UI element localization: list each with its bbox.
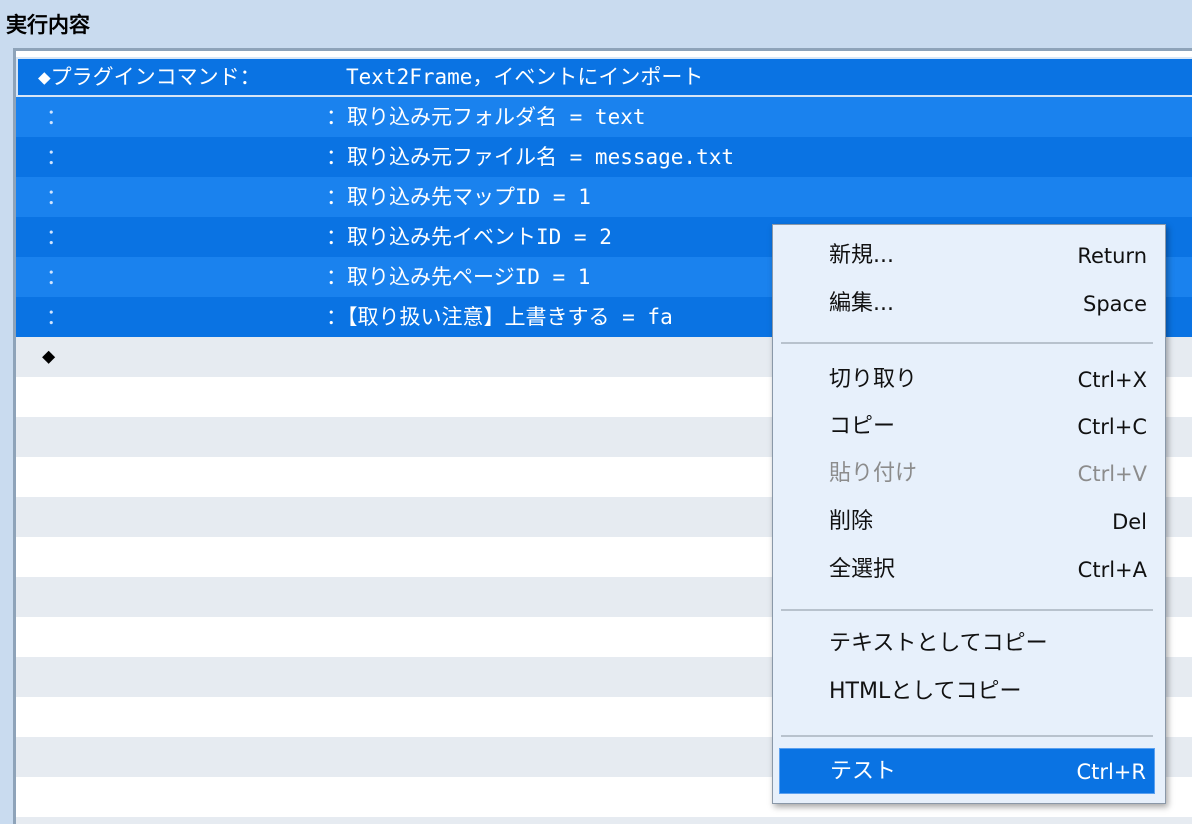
menu-item-shortcut: Del: [1112, 510, 1147, 534]
menu-item-label: 全選択: [829, 557, 896, 582]
menu-item-copy[interactable]: コピー Ctrl+C: [779, 404, 1155, 450]
menu-item-shortcut: Ctrl+R: [1076, 760, 1146, 784]
command-param: ：取り込み元ファイル名 = message.txt: [326, 145, 735, 169]
menu-item-label: コピー: [829, 414, 896, 439]
command-param: ：取り込み先ページID = 1: [326, 265, 591, 289]
command-row[interactable]: ◆プラグインコマンド： Text2Frame，イベントにインポート: [16, 57, 1192, 97]
menu-item-copy-as-html[interactable]: HTMLとしてコピー: [779, 669, 1155, 715]
continuation-mark: ：: [46, 185, 67, 209]
menu-separator: [781, 609, 1153, 611]
menu-item-select-all[interactable]: 全選択 Ctrl+A: [779, 547, 1155, 593]
menu-item-label: テキストとしてコピー: [829, 631, 1048, 656]
command-row[interactable]: ： ：取り込み元ファイル名 = message.txt: [16, 137, 1192, 177]
command-param: ：取り込み先マップID = 1: [326, 185, 591, 209]
menu-item-label: 編集...: [829, 291, 894, 316]
menu-item-label: 切り取り: [829, 367, 918, 392]
menu-item-shortcut: Return: [1077, 244, 1147, 268]
menu-item-label: 新規...: [829, 243, 894, 268]
menu-item-copy-as-text[interactable]: テキストとしてコピー: [779, 621, 1155, 667]
command-param: ：取り込み先イベントID = 2: [326, 225, 612, 249]
menu-separator: [781, 735, 1153, 737]
menu-item-shortcut: Ctrl+C: [1077, 415, 1147, 439]
menu-item-label: HTMLとしてコピー: [829, 679, 1022, 704]
menu-item-edit[interactable]: 編集... Space: [779, 281, 1155, 327]
continuation-mark: ：: [46, 305, 67, 329]
command-row[interactable]: ： ：取り込み元フォルダ名 = text: [16, 97, 1192, 137]
menu-item-delete[interactable]: 削除 Del: [779, 499, 1155, 545]
menu-item-shortcut: Ctrl+A: [1077, 558, 1147, 582]
continuation-mark: ：: [46, 105, 67, 129]
continuation-mark: ：: [46, 145, 67, 169]
command-param: ：【取り扱い注意】上書きする = fa: [326, 305, 673, 329]
menu-item-cut[interactable]: 切り取り Ctrl+X: [779, 357, 1155, 403]
command-label: ◆プラグインコマンド：: [38, 65, 261, 89]
menu-item-label: 削除: [829, 509, 874, 534]
menu-separator: [781, 342, 1153, 344]
command-row[interactable]: ： ：取り込み先マップID = 1: [16, 177, 1192, 217]
command-param: ：取り込み元フォルダ名 = text: [326, 105, 646, 129]
menu-item-label: 貼り付け: [829, 461, 918, 486]
empty-row[interactable]: [16, 817, 1192, 824]
menu-item-label: テスト: [830, 759, 897, 784]
section-title: 実行内容: [6, 13, 90, 37]
context-menu: 新規... Return 編集... Space 切り取り Ctrl+X コピー…: [772, 224, 1166, 804]
continuation-mark: ：: [46, 265, 67, 289]
menu-item-shortcut: Space: [1083, 292, 1147, 316]
menu-item-new[interactable]: 新規... Return: [779, 233, 1155, 279]
menu-item-paste: 貼り付け Ctrl+V: [779, 451, 1155, 497]
command-param: Text2Frame，イベントにインポート: [346, 65, 704, 89]
end-marker: ◆: [42, 344, 56, 369]
menu-item-shortcut: Ctrl+X: [1077, 368, 1147, 392]
menu-item-shortcut: Ctrl+V: [1077, 462, 1147, 486]
menu-item-test[interactable]: テスト Ctrl+R: [779, 748, 1155, 794]
continuation-mark: ：: [46, 225, 67, 249]
